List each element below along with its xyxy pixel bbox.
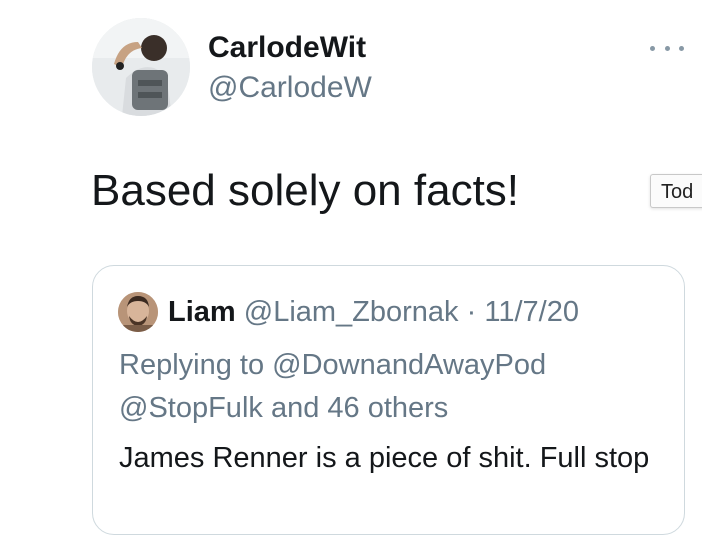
- quoted-author-display-name[interactable]: Liam: [168, 296, 236, 328]
- dot: [679, 45, 684, 51]
- quoted-author-handle[interactable]: @Liam_Zbornak: [244, 296, 459, 328]
- replying-to-user[interactable]: @DownandAwayPod: [272, 349, 546, 381]
- quoted-tweet-date[interactable]: 11/7/20: [484, 296, 579, 328]
- quoted-tweet-card[interactable]: Liam @Liam_Zbornak · 11/7/20 Replying to…: [92, 265, 685, 535]
- replying-to-others[interactable]: @StopFulk and 46 others: [119, 392, 448, 424]
- profile-photo-icon: [92, 18, 190, 116]
- author-display-name[interactable]: CarlodeWit: [208, 30, 366, 66]
- dot: [664, 45, 670, 51]
- quoted-author-avatar[interactable]: [118, 292, 158, 332]
- tooltip: Tod: [650, 174, 702, 208]
- quoted-tweet-text: James Renner is a piece of shit. Full st…: [119, 442, 650, 474]
- replying-to-line: Replying to @DownandAwayPod @StopFulk an…: [119, 344, 679, 430]
- author-handle[interactable]: @CarlodeW: [208, 70, 372, 106]
- more-horizontal-icon[interactable]: [650, 38, 684, 58]
- author-avatar[interactable]: [92, 18, 190, 116]
- separator: ·: [458, 296, 485, 328]
- tweet-text: Based solely on facts!: [91, 166, 520, 215]
- replying-to-prefix: Replying to: [119, 349, 273, 381]
- profile-photo-icon: [118, 292, 158, 332]
- dot: [650, 45, 655, 51]
- quoted-tweet-header: Liam @Liam_Zbornak · 11/7/20: [168, 294, 579, 330]
